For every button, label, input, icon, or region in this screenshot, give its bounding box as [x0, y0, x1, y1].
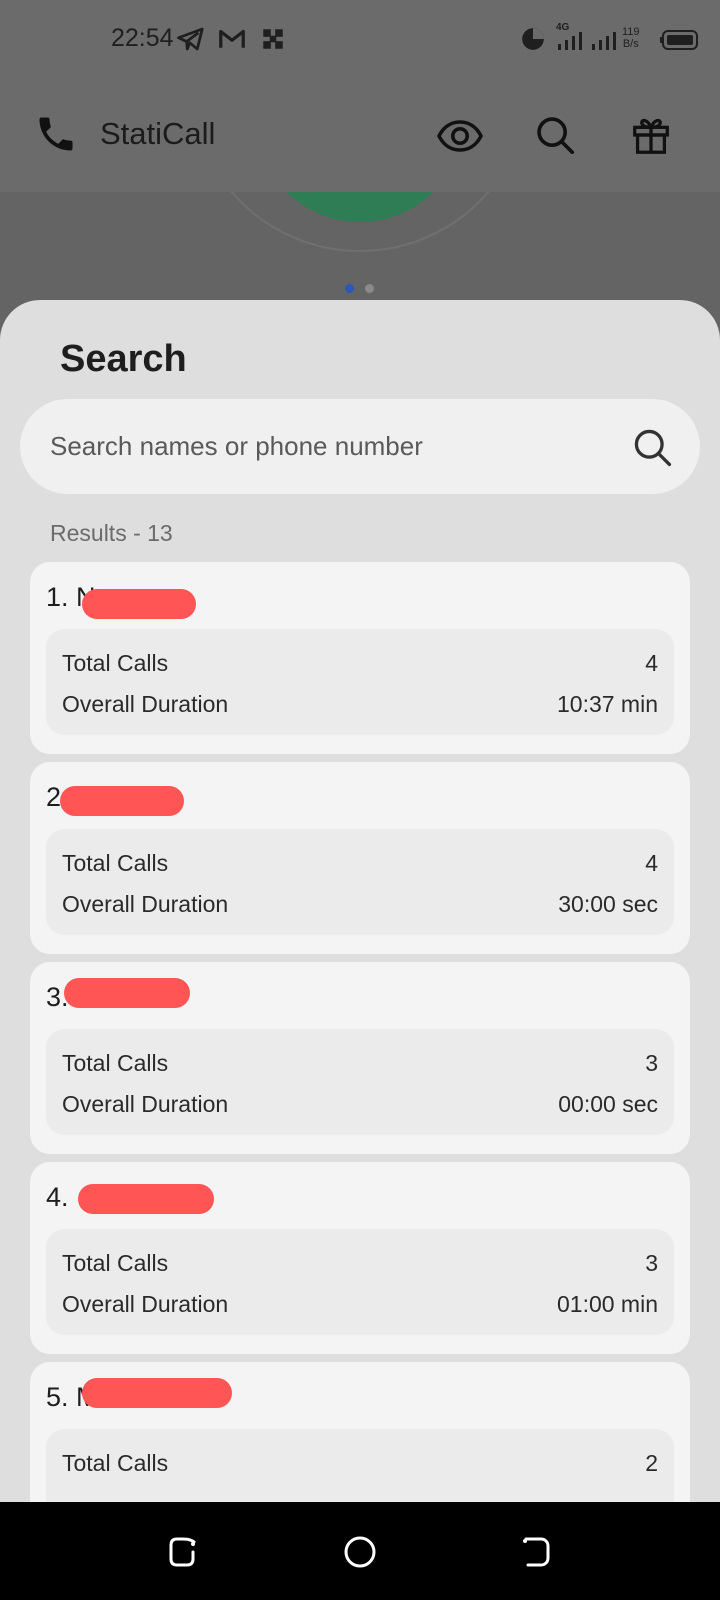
total-calls-value: 4	[645, 850, 658, 876]
total-calls-row: Total Calls 3	[62, 1250, 658, 1284]
app-bar: StatiCall	[0, 80, 720, 192]
total-calls-row: Total Calls 3	[62, 1050, 658, 1084]
battery-icon	[660, 30, 698, 50]
phone-icon	[39, 117, 73, 151]
pager-dot-active[interactable]	[345, 284, 354, 293]
result-card[interactable]: 5. M Total Calls 2	[30, 1362, 690, 1502]
total-calls-row: Total Calls 4	[62, 650, 658, 684]
duration-value: 10:37 min	[556, 691, 658, 717]
duration-row: Overall Duration 10:37 min	[62, 691, 658, 725]
telegram-icon	[177, 27, 204, 51]
stats-panel: Total Calls 2	[46, 1429, 674, 1502]
total-calls-value: 3	[645, 1050, 658, 1076]
stats-panel: Total Calls 3 Overall Duration 01:00 min	[46, 1229, 674, 1335]
sheet-title: Search	[60, 338, 187, 380]
speed-unit: B/s	[622, 38, 639, 50]
redaction-mark	[60, 786, 184, 816]
total-calls-row: Total Calls 4	[62, 850, 658, 884]
duration-value: 30:00 sec	[558, 891, 658, 917]
system-nav-bar	[0, 1502, 720, 1600]
redaction-mark	[82, 1378, 232, 1408]
search-bottom-sheet: Search Results - 13 1. N Total Calls 4 O…	[0, 300, 720, 1502]
signal-icon	[558, 32, 582, 50]
duration-label: Overall Duration	[62, 691, 229, 717]
stats-panel: Total Calls 3 Overall Duration 00:00 sec	[46, 1029, 674, 1135]
signal-icon	[592, 32, 616, 50]
stats-panel: Total Calls 4 Overall Duration 10:37 min	[46, 629, 674, 735]
eye-icon[interactable]	[436, 112, 484, 160]
data-saver-icon	[522, 28, 544, 50]
contact-name: 4.	[46, 1182, 69, 1212]
result-card[interactable]: 1. N Total Calls 4 Overall Duration 10:3…	[30, 562, 690, 754]
search-submit-icon[interactable]	[630, 425, 674, 469]
gmail-icon	[219, 29, 245, 48]
search-input[interactable]	[50, 399, 610, 494]
total-calls-value: 4	[645, 650, 658, 676]
speed-value: 119	[622, 26, 640, 38]
redaction-mark	[64, 978, 190, 1008]
total-calls-label: Total Calls	[62, 1250, 169, 1276]
result-card[interactable]: 2 Total Calls 4 Overall Duration 30:00 s…	[30, 762, 690, 954]
total-calls-value: 3	[645, 1250, 658, 1276]
result-card[interactable]: 3. Total Calls 3 Overall Duration 00:00 …	[30, 962, 690, 1154]
total-calls-value: 2	[645, 1450, 658, 1476]
total-calls-label: Total Calls	[62, 1050, 169, 1076]
pager-dot[interactable]	[365, 284, 374, 293]
total-calls-label: Total Calls	[62, 650, 169, 676]
duration-row: Overall Duration 30:00 sec	[62, 891, 658, 925]
redaction-mark	[82, 589, 196, 619]
results-count: Results - 13	[50, 520, 173, 546]
status-time: 22:54	[111, 24, 174, 52]
total-calls-label: Total Calls	[62, 850, 169, 876]
total-calls-label: Total Calls	[62, 1450, 169, 1476]
redaction-mark	[78, 1184, 214, 1214]
gift-icon[interactable]	[628, 112, 674, 158]
contact-name: 2	[46, 782, 62, 812]
stats-panel: Total Calls 4 Overall Duration 30:00 sec	[46, 829, 674, 935]
duration-label: Overall Duration	[62, 891, 229, 917]
search-icon[interactable]	[532, 112, 578, 158]
duration-label: Overall Duration	[62, 1291, 229, 1317]
back-icon[interactable]	[516, 1532, 556, 1572]
duration-label: Overall Duration	[62, 1091, 229, 1117]
app-icon	[263, 29, 283, 49]
total-calls-row: Total Calls 2	[62, 1450, 658, 1484]
home-icon[interactable]	[340, 1532, 380, 1572]
search-box	[20, 399, 700, 494]
recent-apps-icon[interactable]	[164, 1532, 204, 1572]
result-card[interactable]: 4. Total Calls 3 Overall Duration 01:00 …	[30, 1162, 690, 1354]
app-title: StatiCall	[100, 116, 216, 151]
status-bar: 22:54 4G 119 B/s	[0, 0, 720, 80]
duration-row: Overall Duration 01:00 min	[62, 1291, 658, 1325]
network-speed: 119 B/s	[622, 26, 640, 50]
duration-row: Overall Duration 00:00 sec	[62, 1091, 658, 1125]
duration-value: 01:00 min	[556, 1291, 658, 1317]
duration-value: 00:00 sec	[558, 1091, 658, 1117]
